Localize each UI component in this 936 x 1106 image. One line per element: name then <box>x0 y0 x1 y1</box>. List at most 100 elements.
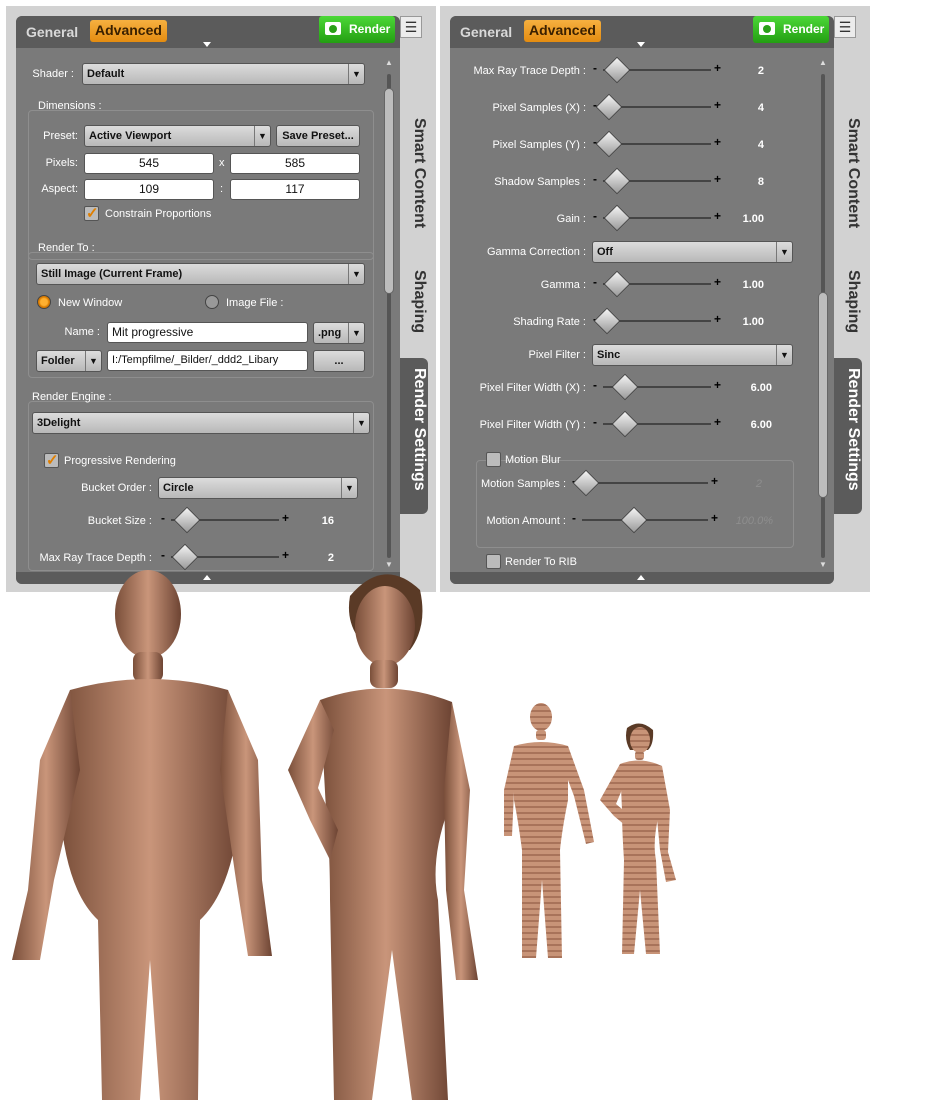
image-file-radio[interactable] <box>205 295 219 309</box>
chevron-down-icon: ▼ <box>348 64 364 84</box>
collapse-arrow-icon[interactable] <box>203 42 211 47</box>
tab-advanced[interactable]: Advanced <box>90 20 167 42</box>
bucket-size-value[interactable]: 16 <box>294 515 334 527</box>
pixel-filter-select[interactable]: Sinc ▼ <box>592 344 793 366</box>
bucket-order-select[interactable]: Circle ▼ <box>158 477 358 499</box>
tab-shaping[interactable]: Shaping <box>400 270 428 333</box>
preset-select[interactable]: Active Viewport ▼ <box>84 125 271 147</box>
motion-blur-checkbox[interactable] <box>486 452 501 467</box>
panel-menu-icon[interactable]: ☰ <box>834 16 856 38</box>
filename-input[interactable]: Mit progressive <box>107 322 308 343</box>
pixel-samples-y-value[interactable]: 4 <box>724 139 764 151</box>
camera-icon <box>759 22 775 35</box>
gamma-correction-select[interactable]: Off ▼ <box>592 241 793 263</box>
tab-smart-content[interactable]: Smart Content <box>400 118 428 228</box>
shadow-samples-slider[interactable]: - + <box>593 167 721 195</box>
tab-general[interactable]: General <box>26 24 78 40</box>
slider-knob <box>603 270 631 298</box>
filter-width-y-value[interactable]: 6.00 <box>732 419 772 431</box>
browse-button[interactable]: ... <box>313 350 365 372</box>
dimensions-label: Dimensions : <box>38 100 102 112</box>
name-label: Name : <box>64 326 100 338</box>
gain-slider[interactable]: - + <box>593 204 721 232</box>
chevron-down-icon: ▼ <box>341 478 357 498</box>
figure-female-small <box>600 723 676 954</box>
aspect-width-input[interactable]: 109 <box>84 179 214 200</box>
render-engine-label: Render Engine : <box>32 391 112 403</box>
max-ray-depth-label: Max Ray Trace Depth : <box>473 65 587 77</box>
chevron-down-icon: ▼ <box>254 126 270 146</box>
chevron-down-icon: ▼ <box>85 351 101 371</box>
slider-knob <box>620 506 648 534</box>
slider-knob <box>603 167 631 195</box>
render-button[interactable]: Render <box>319 16 395 43</box>
bucket-size-slider[interactable]: - + <box>161 506 289 534</box>
tab-advanced[interactable]: Advanced <box>524 20 601 42</box>
collapse-arrow-icon[interactable] <box>637 42 645 47</box>
shadow-samples-value[interactable]: 8 <box>724 176 764 188</box>
aspect-label: Aspect: <box>41 183 78 195</box>
tab-shaping[interactable]: Shaping <box>834 270 862 333</box>
chevron-down-icon: ▼ <box>348 323 364 343</box>
pixel-samples-y-slider[interactable]: - + <box>593 130 721 158</box>
save-preset-button[interactable]: Save Preset... <box>276 125 360 147</box>
shader-label: Shader : <box>32 68 74 80</box>
aspect-height-input[interactable]: 117 <box>230 179 360 200</box>
slider-knob <box>595 130 623 158</box>
panel-header: General Advanced Render <box>16 16 400 48</box>
shader-select[interactable]: Default ▼ <box>82 63 365 85</box>
pixel-samples-x-value[interactable]: 4 <box>724 102 764 114</box>
pixels-width-input[interactable]: 545 <box>84 153 214 174</box>
chevron-down-icon: ▼ <box>348 264 364 284</box>
scrollbar[interactable]: ▲ ▼ <box>818 58 828 569</box>
pixels-height-input[interactable]: 585 <box>230 153 360 174</box>
render-result-image <box>12 570 676 1100</box>
shading-rate-slider[interactable]: -+ <box>593 307 721 335</box>
render-to-select[interactable]: Still Image (Current Frame) ▼ <box>36 263 365 285</box>
tab-general[interactable]: General <box>460 24 512 40</box>
motion-amount-label: Motion Amount : <box>486 515 567 527</box>
slider-knob <box>611 373 639 401</box>
new-window-radio[interactable] <box>37 295 51 309</box>
progressive-rendering-label: Progressive Rendering <box>64 455 176 467</box>
render-settings-pane: General Advanced Render Max Ray Trace De… <box>450 16 834 584</box>
chevron-down-icon: ▼ <box>776 345 792 365</box>
scrollbar-thumb <box>384 88 394 294</box>
motion-samples-slider[interactable]: -+ <box>572 469 718 497</box>
filter-width-x-label: Pixel Filter Width (X) : <box>479 382 586 394</box>
max-ray-depth-slider[interactable]: - + <box>593 56 721 84</box>
constrain-proportions-checkbox[interactable] <box>84 204 99 222</box>
progressive-rendering-checkbox[interactable] <box>44 451 59 469</box>
filter-width-x-value[interactable]: 6.00 <box>732 382 772 394</box>
motion-samples-label: Motion Samples : <box>481 478 566 490</box>
gamma-slider[interactable]: - + <box>593 270 721 298</box>
scrollbar[interactable]: ▲ ▼ <box>384 58 394 569</box>
folder-path-input[interactable]: I:/Tempfilme/_Bilder/_ddd2_Libary <box>107 350 308 371</box>
gamma-value[interactable]: 1.00 <box>724 279 764 291</box>
tab-render-settings[interactable]: Render Settings <box>400 358 428 514</box>
render-button[interactable]: Render <box>753 16 829 43</box>
render-button-label: Render <box>783 22 825 36</box>
tab-render-settings[interactable]: Render Settings <box>834 358 862 514</box>
gamma-label: Gamma : <box>540 279 586 291</box>
pixel-samples-x-label: Pixel Samples (X) : <box>492 102 586 114</box>
filter-width-y-label: Pixel Filter Width (Y) : <box>479 419 586 431</box>
preset-label: Preset: <box>43 130 78 142</box>
tab-smart-content[interactable]: Smart Content <box>834 118 862 228</box>
filter-width-x-slider[interactable]: - + <box>593 373 721 401</box>
gain-value[interactable]: 1.00 <box>724 213 764 225</box>
motion-amount-slider[interactable]: - + <box>572 506 718 534</box>
slider-knob <box>593 307 621 335</box>
filter-width-y-slider[interactable]: - + <box>593 410 721 438</box>
shading-rate-value[interactable]: 1.00 <box>724 316 764 328</box>
max-ray-depth-value[interactable]: 2 <box>724 65 764 77</box>
render-settings-panel-left: General Advanced Render Shader : Default… <box>6 6 436 592</box>
pixel-samples-x-slider[interactable]: - + <box>593 93 721 121</box>
panel-menu-icon[interactable]: ☰ <box>400 16 422 38</box>
render-settings-pane: General Advanced Render Shader : Default… <box>16 16 400 584</box>
folder-select[interactable]: Folder ▼ <box>36 350 102 372</box>
extension-select[interactable]: .png ▼ <box>313 322 365 344</box>
panel-header: General Advanced Render <box>450 16 834 48</box>
render-engine-select[interactable]: 3Delight ▼ <box>32 412 370 434</box>
chevron-down-icon: ▼ <box>353 413 369 433</box>
